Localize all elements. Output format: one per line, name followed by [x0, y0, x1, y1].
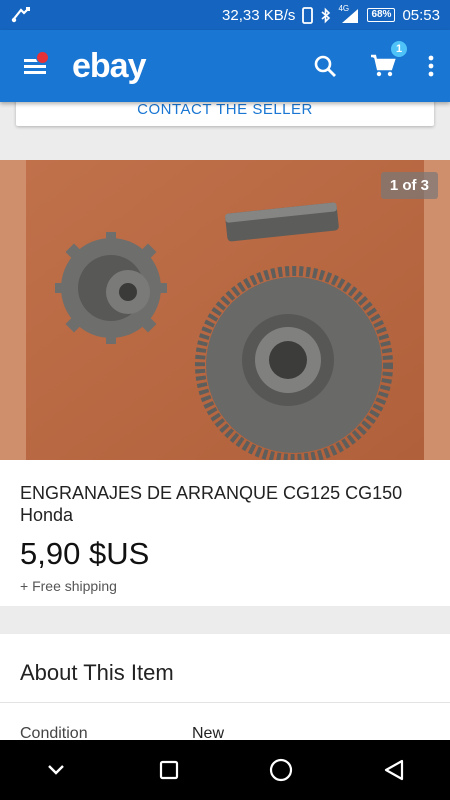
cart-button[interactable]: 1 — [354, 30, 412, 102]
back-triangle-icon — [384, 759, 403, 781]
photo-counter: 1 of 3 — [380, 172, 438, 199]
shipping-info: + Free shipping — [20, 578, 117, 594]
image-gallery[interactable]: 1 of 3 — [0, 160, 450, 460]
phone-icon — [302, 6, 314, 24]
nav-back-button[interactable] — [364, 740, 424, 800]
recents-square-icon — [159, 760, 178, 780]
usb-debug-icon — [10, 6, 32, 24]
network-speed: 32,33 KB/s — [222, 6, 296, 24]
menu-icon-line — [24, 71, 46, 74]
menu-button[interactable] — [12, 30, 58, 102]
notification-dot — [36, 51, 49, 64]
more-vert-icon — [428, 55, 434, 77]
search-icon — [314, 55, 336, 77]
item-title: ENGRANAJES DE ARRANQUE CG125 CG150 Honda — [20, 483, 403, 525]
item-page-content: CONTACT THE SELLER 1 of 3 ENGRANAJES DE … — [0, 102, 450, 740]
search-button[interactable] — [296, 30, 354, 102]
nav-home-button[interactable] — [251, 740, 311, 800]
bluetooth-icon — [320, 7, 331, 24]
nav-recents-button[interactable] — [139, 740, 199, 800]
home-circle-icon — [270, 758, 293, 782]
chevron-down-icon — [48, 765, 65, 775]
network-type: 4G — [338, 3, 350, 13]
ebay-logo[interactable]: ebay — [72, 47, 146, 86]
battery-indicator: 68% — [367, 8, 396, 22]
overflow-menu-button[interactable] — [412, 30, 450, 102]
system-nav-bar — [0, 740, 450, 800]
about-heading: About This Item — [20, 660, 174, 685]
contact-seller-button[interactable]: CONTACT THE SELLER — [16, 102, 434, 126]
contact-seller-label: CONTACT THE SELLER — [137, 102, 313, 118]
about-section: About This Item Condition New — [0, 634, 450, 740]
cart-count-badge: 1 — [390, 40, 408, 58]
small-gear-drawing — [55, 232, 167, 344]
condition-row: Condition New — [0, 703, 450, 740]
app-bar: ebay 1 — [0, 30, 450, 102]
nav-down-button[interactable] — [26, 740, 86, 800]
item-summary: ENGRANAJES DE ARRANQUE CG125 CG150 Honda… — [0, 460, 450, 606]
cart-icon — [371, 54, 396, 77]
condition-label: Condition — [20, 725, 88, 740]
status-bar: 32,33 KB/s 4G 68% 05:53 — [0, 0, 450, 30]
item-price: 5,90 $US — [20, 536, 150, 571]
signal-icon: 4G — [338, 3, 360, 24]
clock: 05:53 — [402, 6, 440, 24]
condition-value: New — [192, 725, 225, 740]
menu-icon-line — [24, 65, 46, 68]
product-photo — [26, 160, 424, 460]
